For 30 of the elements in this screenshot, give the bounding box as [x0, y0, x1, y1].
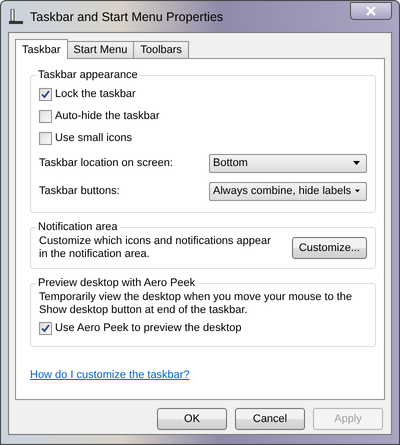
field-label: Taskbar buttons:	[39, 185, 120, 197]
checkbox-label[interactable]: Auto-hide the taskbar	[55, 110, 160, 122]
checkbox-label[interactable]: Use Aero Peek to preview the desktop	[55, 322, 242, 334]
checkbox[interactable]	[39, 110, 52, 122]
dropdown[interactable]: Always combine, hide labels	[209, 182, 367, 200]
field-label: Taskbar location on screen:	[39, 157, 173, 169]
description: Temporarily view the desktop when you move your mouse to the Show desktop button at end of the taskbar.	[39, 291, 354, 317]
checkbox[interactable]	[39, 132, 52, 144]
tab[interactable]: Taskbar	[15, 39, 68, 59]
dialog-button[interactable]: Cancel	[235, 408, 305, 430]
group-title: Preview desktop with Aero Peek	[37, 277, 196, 289]
checkbox[interactable]	[39, 322, 52, 334]
group-title: Taskbar appearance	[37, 69, 139, 81]
checkbox[interactable]	[39, 88, 52, 100]
caret-icon	[353, 161, 360, 165]
description: Customize which icons and notifications appear in the notification area.	[39, 235, 272, 261]
close-button[interactable]	[350, 2, 392, 20]
group-title: Notification area	[37, 221, 118, 233]
tab[interactable]: Start Menu	[66, 41, 134, 58]
tab[interactable]: Toolbars	[133, 41, 189, 58]
customize-button[interactable]: Customize...	[292, 237, 367, 259]
dropdown[interactable]: Bottom	[209, 154, 367, 172]
checkbox-label[interactable]: Lock the taskbar	[55, 88, 136, 100]
checkbox-label[interactable]: Use small icons	[55, 132, 132, 144]
window-title: Taskbar and Start Menu Properties	[30, 10, 224, 24]
help-link[interactable]: How do I customize the taskbar?	[30, 369, 190, 381]
caret-icon	[355, 189, 360, 193]
taskbar-icon	[8, 8, 24, 24]
dialog-button[interactable]: OK	[157, 408, 227, 430]
close-icon	[366, 6, 376, 16]
